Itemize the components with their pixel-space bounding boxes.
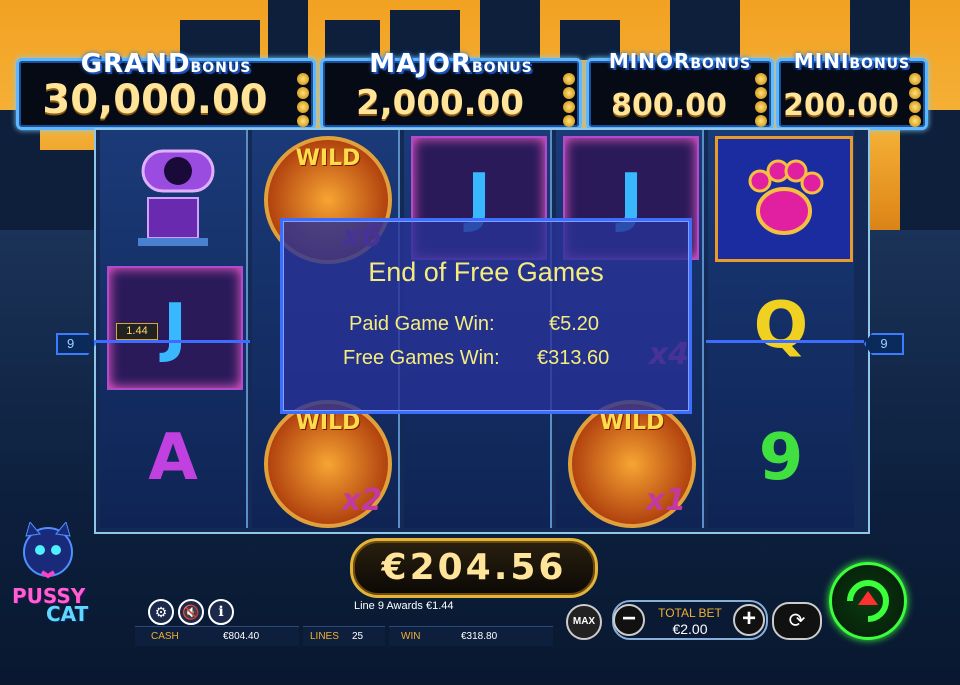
payline-segment	[706, 340, 864, 343]
reel-5: Q 9	[708, 130, 854, 528]
line-win-value-badge: 1.44	[116, 323, 158, 340]
jackpot-major-title: MAJORBONUS	[323, 49, 579, 79]
jackpot-mini-title-big: MINI	[793, 49, 850, 73]
symbol-q: Q	[715, 266, 847, 386]
reel-1: J 1.44 A	[100, 130, 248, 528]
jackpot-major: MAJORBONUS 2,000.00	[320, 49, 582, 130]
jackpot-grand-title: GRANDBONUS	[19, 49, 313, 79]
info-icon[interactable]: i	[208, 599, 234, 625]
jackpot-major-title-small: BONUS	[472, 60, 533, 76]
jackpot-grand-title-small: BONUS	[190, 60, 252, 76]
coin-stack-icon	[909, 73, 921, 129]
autoplay-icon[interactable]: ⟳	[772, 602, 822, 640]
coin-stack-icon	[755, 73, 767, 129]
symbol-9: 9	[715, 398, 847, 518]
jackpot-minor-title: MINORBONUS	[589, 49, 771, 73]
lines-value: 25	[352, 631, 364, 642]
jackpot-minor: MINORBONUS 800.00	[586, 49, 774, 130]
jackpot-major-value: 2,000.00	[356, 83, 524, 123]
plus-icon[interactable]: +	[733, 604, 765, 636]
lines-panel: LINES 25	[303, 626, 385, 646]
sound-muted-icon[interactable]: 🔇	[178, 599, 204, 625]
jackpot-mini-title-small: BONUS	[849, 56, 911, 72]
jackpot-mini: MINIBONUS 200.00	[776, 49, 928, 130]
coin-stack-icon	[297, 73, 309, 129]
jackpot-minor-title-small: BONUS	[690, 56, 752, 72]
minus-icon[interactable]: −	[613, 604, 645, 636]
win-panel: WIN €318.80	[389, 626, 553, 646]
payline-marker-right[interactable]: 9	[864, 333, 904, 355]
line-award-text: Line 9 Awards €1.44	[354, 600, 454, 612]
cash-value: €804.40	[223, 631, 260, 642]
cash-panel: CASH €804.40	[135, 626, 299, 646]
symbol-q-letter: Q	[753, 289, 809, 363]
jackpot-major-title-big: MAJOR	[369, 49, 473, 79]
multiplier-label: x2	[341, 483, 382, 518]
coin-stack-icon	[563, 73, 575, 129]
symbol-j-letter: J	[163, 291, 187, 365]
symbol-9-letter: 9	[758, 421, 804, 495]
symbol-a-letter: A	[148, 421, 198, 495]
jackpot-mini-value: 200.00	[783, 88, 899, 123]
jackpot-minor-value: 800.00	[611, 88, 727, 123]
spin-icon[interactable]	[829, 562, 907, 640]
multiplier-label: x1	[645, 483, 686, 518]
paw-bonus-icon	[715, 136, 853, 262]
win-amount-display: €204.56	[350, 538, 598, 598]
wild-fish-symbol: WILD x2	[264, 400, 392, 528]
end-of-free-games-dialog[interactable]: End of Free Games Paid Game Win: €5.20 F…	[280, 218, 692, 414]
gear-icon[interactable]: ⚙	[148, 599, 174, 625]
jackpot-grand: GRANDBONUS 30,000.00	[16, 49, 316, 130]
game-logo: PUSSY CAT	[8, 520, 118, 626]
jackpot-mini-title: MINIBONUS	[779, 49, 925, 73]
jackpot-minor-title-big: MINOR	[608, 49, 691, 73]
free-games-win-value: €313.60	[537, 347, 610, 369]
logo-text-bottom: CAT	[46, 602, 89, 626]
paid-game-win-label: Paid Game Win:	[349, 313, 495, 335]
jackpot-grand-value: 30,000.00	[42, 77, 268, 123]
payline-segment	[92, 340, 250, 343]
cash-label: CASH	[151, 631, 179, 642]
dialog-title: End of Free Games	[368, 257, 604, 287]
lines-label: LINES	[310, 631, 339, 642]
symbol-a: A	[107, 398, 239, 518]
win-label: WIN	[401, 631, 421, 642]
win-value: €318.80	[461, 631, 498, 642]
paid-game-win-value: €5.20	[549, 313, 600, 335]
wild-fish-symbol: WILD x1	[568, 400, 696, 528]
cannon-machine-icon	[107, 138, 239, 258]
payline-marker-left[interactable]: 9	[56, 333, 96, 355]
max-bet-button[interactable]: MAX	[566, 604, 602, 640]
jackpot-grand-title-big: GRAND	[80, 49, 191, 79]
wild-label: WILD	[295, 146, 361, 171]
free-games-win-label: Free Games Win:	[343, 347, 500, 369]
